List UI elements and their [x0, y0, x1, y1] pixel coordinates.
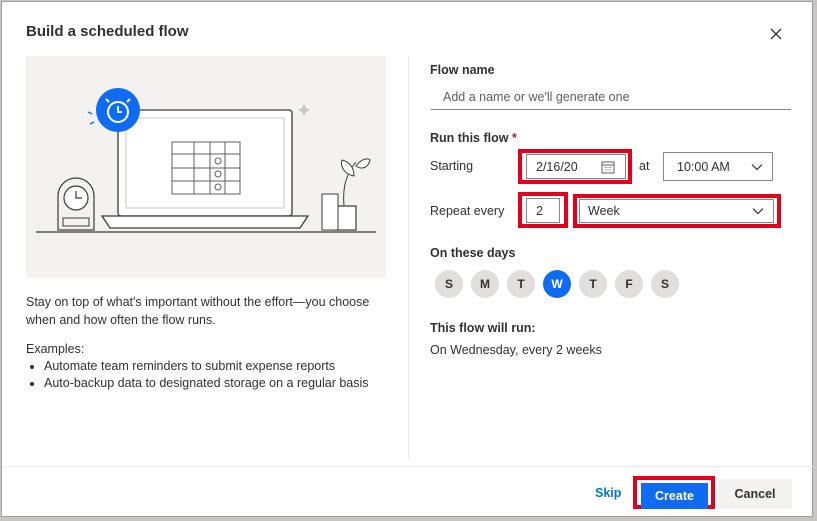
plant-icon: [321, 158, 371, 231]
summary-text: On Wednesday, every 2 weeks: [430, 343, 602, 357]
calendar-icon: [601, 161, 615, 173]
required-mark: *: [511, 131, 517, 145]
example-item: Automate team reminders to submit expens…: [44, 358, 386, 375]
run-this-flow-label: Run this flow *: [430, 131, 517, 145]
flow-name-input[interactable]: [431, 84, 791, 110]
day-selector: S M T W T F S: [435, 270, 679, 298]
examples-heading: Examples:: [26, 342, 85, 356]
examples-list: Automate team reminders to submit expens…: [26, 358, 386, 392]
create-button[interactable]: Create: [641, 483, 708, 509]
summary-label: This flow will run:: [430, 321, 536, 335]
starting-label: Starting: [430, 159, 474, 173]
repeat-interval-input[interactable]: 2: [526, 198, 560, 223]
repeat-unit-select[interactable]: Week: [579, 199, 774, 223]
alarm-clock-icon: [87, 88, 140, 132]
examples-block: Examples: Automate team reminders to sub…: [26, 341, 386, 392]
column-divider: [408, 56, 409, 460]
desk-clock-icon: [57, 177, 95, 231]
skip-button[interactable]: Skip: [595, 486, 621, 500]
repeat-unit-value: Week: [588, 204, 620, 218]
run-label-text: Run this flow: [430, 131, 509, 145]
description-text: Stay on top of what's important without …: [26, 295, 370, 327]
example-item: Auto-backup data to designated storage o…: [44, 375, 386, 392]
start-date-value: 2/16/20: [536, 159, 578, 174]
illustration: [26, 56, 386, 278]
day-thursday[interactable]: T: [579, 270, 607, 298]
start-date-picker[interactable]: 2/16/20: [526, 154, 626, 179]
day-monday[interactable]: M: [471, 270, 499, 298]
repeat-interval-value: 2: [536, 203, 543, 218]
on-these-days-label: On these days: [430, 246, 516, 260]
laptop-icon: [100, 109, 310, 229]
repeat-every-label: Repeat every: [430, 204, 505, 218]
start-time-value: 10:00 AM: [677, 159, 730, 174]
day-friday[interactable]: F: [615, 270, 643, 298]
dialog-title: Build a scheduled flow: [26, 23, 189, 40]
flow-name-label: Flow name: [430, 63, 495, 77]
day-tuesday[interactable]: T: [507, 270, 535, 298]
footer-divider: [3, 466, 813, 467]
cancel-button[interactable]: Cancel: [718, 479, 792, 509]
day-sunday[interactable]: S: [435, 270, 463, 298]
close-icon[interactable]: [764, 22, 788, 46]
start-time-select[interactable]: 10:00 AM: [663, 152, 773, 181]
day-saturday[interactable]: S: [651, 270, 679, 298]
scheduled-flow-dialog: Build a scheduled flow Stay on top of wh…: [1, 1, 813, 517]
chevron-down-icon: [752, 208, 764, 215]
chevron-down-icon: [751, 163, 763, 170]
day-wednesday[interactable]: W: [543, 270, 571, 298]
at-label: at: [639, 159, 650, 173]
